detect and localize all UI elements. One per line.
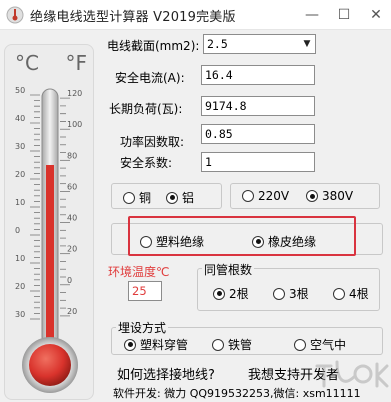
conduit-4-label: 4根 xyxy=(349,287,369,301)
laying-method-title: 埋设方式 xyxy=(116,319,169,336)
celsius-tick-label: 10 xyxy=(15,254,25,263)
insulation-highlight-frame xyxy=(128,216,356,256)
chevron-down-icon[interactable]: ▼ xyxy=(299,35,315,53)
conduit-2-label: 2根 xyxy=(229,287,249,301)
fahrenheit-tick-label: 20 xyxy=(67,307,77,316)
ambient-temperature-label: 环境温度℃ xyxy=(108,265,170,279)
title-bar: 绝缘电线选型计算器 V2019完美版 — ☐ ✕ xyxy=(0,0,391,30)
conduit-count-group: 同管根数 2根 3根 4根 xyxy=(197,261,380,311)
conduit-3-label: 3根 xyxy=(289,287,309,301)
radio-380v-dot[interactable] xyxy=(306,190,318,202)
radio-copper[interactable]: 铜 xyxy=(123,189,151,206)
grounding-link[interactable]: 如何选择接地线? xyxy=(117,364,215,383)
celsius-tick-label: 0 xyxy=(15,226,20,235)
aluminum-label: 铝 xyxy=(182,191,195,205)
radio-conduit-4-dot[interactable] xyxy=(333,287,345,300)
power-factor-field[interactable]: 0.85 xyxy=(201,124,315,144)
celsius-tick-label: 20 xyxy=(15,170,25,179)
long-term-load-field[interactable]: 9174.8 xyxy=(201,96,315,116)
laying-method-group: 埋设方式 塑料穿管 铁管 空气中 xyxy=(111,319,383,355)
radio-aluminum-dot[interactable] xyxy=(166,191,178,204)
celsius-tick-label: 40 xyxy=(15,114,25,123)
fahrenheit-scale: 120 100 80 60 40 20 0 20 xyxy=(60,89,82,317)
minimize-button[interactable]: — xyxy=(297,0,327,30)
celsius-symbol: °C xyxy=(15,51,39,75)
material-group: 铜 铝 xyxy=(111,183,222,209)
iron-pipe-label: 铁管 xyxy=(228,338,253,352)
cross-section-select[interactable]: 2.5 ▼ xyxy=(203,34,316,54)
radio-in-air[interactable]: 空气中 xyxy=(294,336,346,353)
fahrenheit-tick-label: 100 xyxy=(67,120,82,129)
safe-current-label: 安全电流(A): xyxy=(115,71,185,85)
safety-factor-label: 安全系数: xyxy=(120,156,173,170)
maximize-icon: ☐ xyxy=(337,7,351,23)
window-title: 绝缘电线选型计算器 V2019完美版 xyxy=(30,10,236,25)
radio-iron-pipe[interactable]: 铁管 xyxy=(212,336,252,353)
radio-copper-dot[interactable] xyxy=(123,191,135,204)
cross-section-value: 2.5 xyxy=(207,37,228,51)
radio-220v-dot[interactable] xyxy=(242,190,254,202)
radio-in-air-dot[interactable] xyxy=(294,338,306,351)
thermometer-graphic: 50403020100102030 12010080604020020 xyxy=(15,86,82,393)
fahrenheit-tick-label: 120 xyxy=(67,89,82,98)
voltage-group: 220V 380V xyxy=(230,183,380,209)
plastic-conduit-label: 塑料穿管 xyxy=(140,338,189,352)
radio-plastic-conduit-dot[interactable] xyxy=(124,338,136,351)
watermark-logo xyxy=(315,360,389,388)
radio-380v[interactable]: 380V xyxy=(306,189,353,203)
radio-conduit-3-dot[interactable] xyxy=(273,287,285,300)
thermometer-header: °C °F xyxy=(5,45,93,79)
mercury-bulb xyxy=(29,344,71,386)
radio-iron-pipe-dot[interactable] xyxy=(212,338,224,351)
thermometer-panel: °C °F 50 40 30 20 10 0 10 20 30 120 100 … xyxy=(4,44,94,400)
cross-section-label: 电线截面(mm2): xyxy=(107,39,200,53)
conduit-count-title: 同管根数 xyxy=(202,261,255,278)
ambient-temperature-field[interactable]: 25 xyxy=(128,281,162,301)
radio-conduit-2[interactable]: 2根 xyxy=(213,285,249,302)
copper-label: 铜 xyxy=(139,191,152,205)
in-air-label: 空气中 xyxy=(310,338,347,352)
radio-aluminum[interactable]: 铝 xyxy=(166,189,194,206)
app-icon xyxy=(6,6,24,24)
fahrenheit-tick-label: 20 xyxy=(67,245,77,254)
fahrenheit-tick-label: 80 xyxy=(67,151,77,160)
celsius-tick-label: 50 xyxy=(15,86,25,95)
mercury-column xyxy=(46,165,54,353)
minimize-icon: — xyxy=(305,7,319,23)
radio-conduit-3[interactable]: 3根 xyxy=(273,285,309,302)
close-icon: ✕ xyxy=(370,7,382,23)
celsius-tick-label: 20 xyxy=(15,282,25,291)
celsius-scale: 50 40 30 20 10 0 10 20 30 xyxy=(15,86,40,320)
maximize-button[interactable]: ☐ xyxy=(329,0,359,30)
celsius-tick-label: 10 xyxy=(15,198,25,207)
power-factor-label: 功率因数取: xyxy=(120,135,185,149)
client-area: °C °F 50 40 30 20 10 0 10 20 30 120 100 … xyxy=(0,30,391,402)
celsius-tick-label: 30 xyxy=(15,310,25,319)
fahrenheit-tick-label: 0 xyxy=(67,276,72,285)
close-button[interactable]: ✕ xyxy=(361,0,391,30)
fahrenheit-tick-label: 40 xyxy=(67,214,77,223)
long-term-load-label: 长期负荷(瓦): xyxy=(109,102,183,116)
v220-label: 220V xyxy=(258,189,290,203)
radio-plastic-conduit[interactable]: 塑料穿管 xyxy=(124,336,188,353)
fahrenheit-symbol: °F xyxy=(65,51,87,75)
fahrenheit-tick-label: 60 xyxy=(67,182,77,191)
radio-conduit-2-dot[interactable] xyxy=(213,287,225,300)
radio-220v[interactable]: 220V xyxy=(242,189,289,203)
safe-current-field[interactable]: 16.4 xyxy=(201,65,315,85)
celsius-tick-label: 30 xyxy=(15,142,25,151)
radio-conduit-4[interactable]: 4根 xyxy=(333,285,369,302)
v380-label: 380V xyxy=(322,189,354,203)
safety-factor-field[interactable]: 1 xyxy=(201,152,315,172)
